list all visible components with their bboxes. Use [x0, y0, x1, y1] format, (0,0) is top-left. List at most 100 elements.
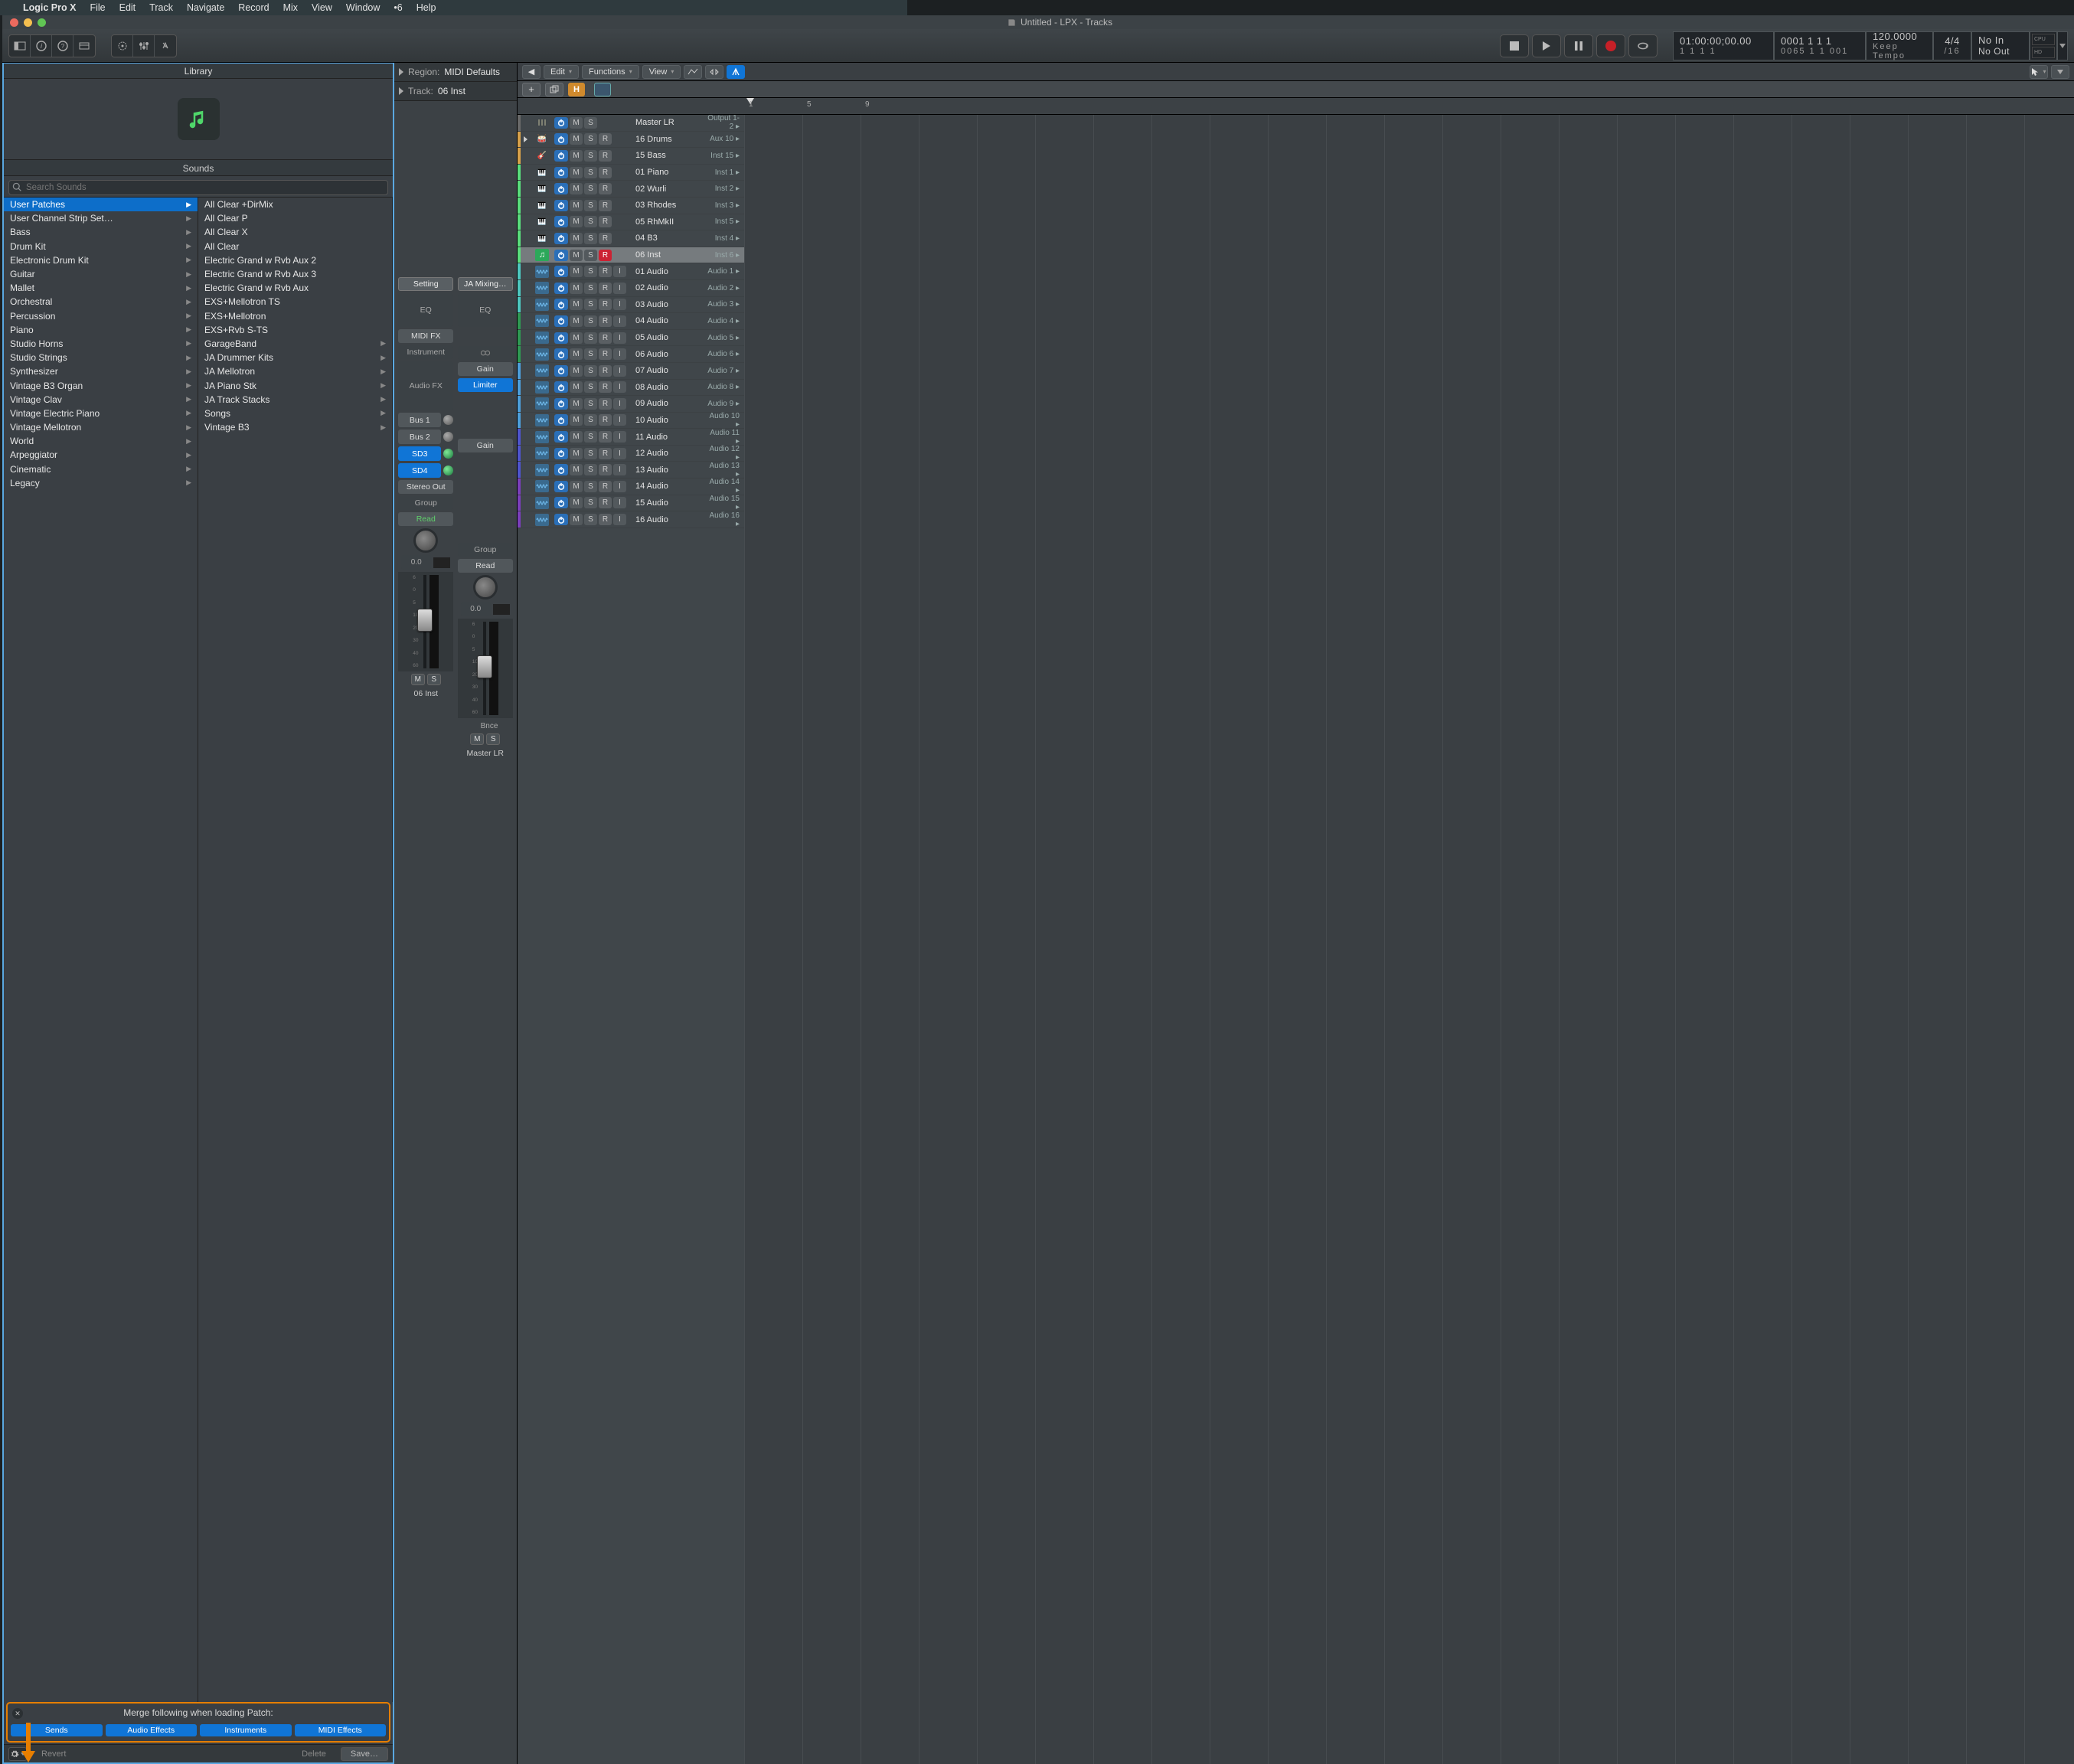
- automation-mode[interactable]: Read: [458, 559, 513, 573]
- solo-button[interactable]: S: [584, 481, 597, 492]
- library-category[interactable]: Drum Kit▶: [4, 240, 198, 253]
- input-monitor-button[interactable]: I: [613, 414, 626, 426]
- input-monitor-button[interactable]: I: [613, 348, 626, 360]
- mute-button[interactable]: M: [570, 283, 583, 294]
- group-slot[interactable]: Group: [458, 543, 513, 557]
- library-category[interactable]: Vintage Electric Piano▶: [4, 407, 198, 420]
- tracks-edit-menu[interactable]: Edit▾: [544, 65, 579, 79]
- mute-button[interactable]: M: [570, 250, 583, 261]
- merge-close-button[interactable]: ✕: [12, 1708, 23, 1719]
- track-header[interactable]: MSRI16 AudioAudio 16 ▸: [518, 511, 744, 528]
- lcd-timesig[interactable]: 4/4: [1940, 35, 1965, 47]
- mute-button[interactable]: M: [570, 381, 583, 393]
- solo-button[interactable]: S: [584, 183, 597, 194]
- strip-name[interactable]: 06 Inst: [413, 688, 438, 700]
- lcd-tempo-label[interactable]: Keep Tempo: [1873, 42, 1926, 60]
- input-monitor-button[interactable]: I: [613, 299, 626, 310]
- power-button[interactable]: [554, 464, 568, 475]
- library-item[interactable]: Electric Grand w Rvb Aux 3: [198, 267, 392, 281]
- smart-controls-button[interactable]: [112, 35, 133, 57]
- track-header[interactable]: MSRI12 AudioAudio 12 ▸: [518, 446, 744, 462]
- library-category[interactable]: Piano▶: [4, 323, 198, 337]
- input-monitor-button[interactable]: I: [613, 448, 626, 459]
- power-button[interactable]: [554, 448, 568, 459]
- midifx-slot[interactable]: MIDI FX: [398, 329, 453, 343]
- track-header[interactable]: ♫MSR06 InstInst 6 ▸: [518, 247, 744, 264]
- solo-button[interactable]: S: [584, 283, 597, 294]
- region-header[interactable]: Region:MIDI Defaults: [394, 63, 517, 82]
- record-enable-button[interactable]: R: [599, 514, 612, 525]
- add-track-button[interactable]: +: [522, 83, 541, 96]
- power-button[interactable]: [554, 431, 568, 443]
- solo-button[interactable]: S: [584, 448, 597, 459]
- library-item[interactable]: GarageBand▶: [198, 337, 392, 351]
- power-button[interactable]: [554, 283, 568, 294]
- solo-button[interactable]: S: [584, 250, 597, 261]
- mute-button[interactable]: M: [570, 448, 583, 459]
- solo-button[interactable]: S: [584, 497, 597, 508]
- solo-button[interactable]: S: [584, 216, 597, 227]
- group-slot[interactable]: Group: [398, 496, 453, 510]
- catch-playhead-button[interactable]: [727, 65, 745, 79]
- search-input[interactable]: [8, 180, 388, 195]
- power-button[interactable]: [554, 497, 568, 508]
- tracks-functions-menu[interactable]: Functions▾: [582, 65, 639, 79]
- power-button[interactable]: [554, 233, 568, 244]
- library-category[interactable]: Bass▶: [4, 225, 198, 239]
- automation-button[interactable]: [684, 65, 702, 79]
- input-monitor-button[interactable]: I: [613, 431, 626, 443]
- gain-slot[interactable]: Gain: [458, 362, 513, 376]
- power-button[interactable]: [554, 266, 568, 277]
- power-button[interactable]: [554, 216, 568, 227]
- record-enable-button[interactable]: R: [599, 365, 612, 377]
- mixer-button[interactable]: [133, 35, 155, 57]
- menu-view[interactable]: View: [312, 2, 332, 13]
- record-enable-button[interactable]: R: [599, 233, 612, 244]
- editors-button[interactable]: [155, 35, 176, 57]
- input-monitor-button[interactable]: I: [613, 481, 626, 492]
- power-button[interactable]: [554, 332, 568, 344]
- record-enable-button[interactable]: R: [599, 414, 612, 426]
- mute-button[interactable]: M: [570, 117, 583, 129]
- power-button[interactable]: [554, 299, 568, 310]
- power-button[interactable]: [554, 133, 568, 145]
- lcd-bars[interactable]: 0001 1 1 1: [1781, 35, 1859, 47]
- send-sd3[interactable]: SD3: [398, 446, 453, 461]
- mute-button[interactable]: M: [570, 497, 583, 508]
- track-header[interactable]: MSRI08 AudioAudio 8 ▸: [518, 380, 744, 397]
- track-header[interactable]: MSRI02 AudioAudio 2 ▸: [518, 280, 744, 297]
- track-header[interactable]: MSMaster LROutput 1-2 ▸: [518, 115, 744, 132]
- menu-help[interactable]: Help: [416, 2, 436, 13]
- record-enable-button[interactable]: R: [599, 464, 612, 475]
- automation-mode[interactable]: Read: [398, 512, 453, 526]
- track-header[interactable]: MSRI04 AudioAudio 4 ▸: [518, 313, 744, 330]
- library-item[interactable]: EXS+Mellotron TS: [198, 295, 392, 309]
- pan-knob[interactable]: [473, 575, 498, 599]
- record-enable-button[interactable]: R: [599, 299, 612, 310]
- library-item[interactable]: JA Mellotron▶: [198, 364, 392, 378]
- input-monitor-button[interactable]: I: [613, 497, 626, 508]
- power-button[interactable]: [554, 414, 568, 426]
- record-enable-button[interactable]: R: [599, 183, 612, 194]
- library-category[interactable]: Guitar▶: [4, 267, 198, 281]
- track-header[interactable]: 🎹MSR04 B3Inst 4 ▸: [518, 230, 744, 247]
- library-item[interactable]: Electric Grand w Rvb Aux 2: [198, 253, 392, 267]
- record-enable-button[interactable]: R: [599, 216, 612, 227]
- record-enable-button[interactable]: R: [599, 283, 612, 294]
- solo-button[interactable]: S: [584, 464, 597, 475]
- strip-name[interactable]: Master LR: [467, 747, 504, 760]
- solo-button[interactable]: S: [584, 299, 597, 310]
- minimize-window-button[interactable]: [24, 18, 32, 27]
- library-item[interactable]: JA Drummer Kits▶: [198, 351, 392, 364]
- mute-button[interactable]: M: [411, 674, 425, 685]
- merge-sends-button[interactable]: Sends: [11, 1724, 103, 1736]
- gain-slot2[interactable]: Gain: [458, 439, 513, 452]
- power-button[interactable]: [554, 200, 568, 211]
- library-categories[interactable]: User Patches▶User Channel Strip Set…▶Bas…: [4, 198, 198, 1702]
- lcd-no-in[interactable]: No In: [1978, 34, 2023, 46]
- global-tracks-button[interactable]: H: [568, 83, 585, 96]
- track-header[interactable]: MSRI14 AudioAudio 14 ▸: [518, 479, 744, 495]
- library-category[interactable]: Electronic Drum Kit▶: [4, 253, 198, 267]
- input-monitor-button[interactable]: I: [613, 464, 626, 475]
- solo-button[interactable]: S: [584, 315, 597, 327]
